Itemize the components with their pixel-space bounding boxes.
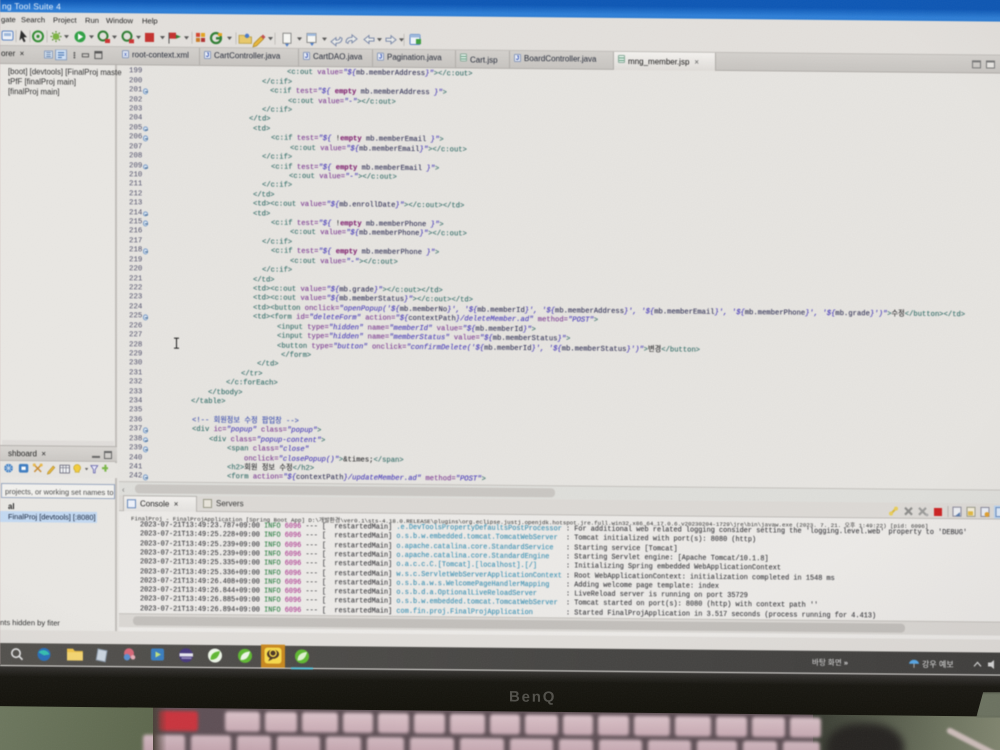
svg-text:강우 예보: 강우 예보	[922, 659, 954, 669]
